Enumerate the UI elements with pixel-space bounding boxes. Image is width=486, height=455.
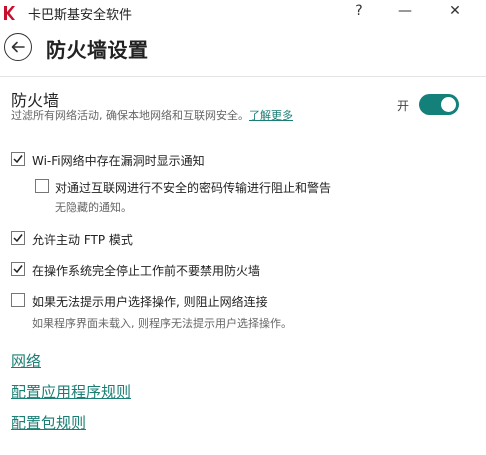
allow-active-ftp-label: 允许主动 FTP 模式 (32, 233, 133, 247)
check-icon (13, 265, 23, 274)
toggle-knob (441, 97, 456, 112)
minimize-button[interactable]: — (382, 0, 428, 22)
header-divider (0, 76, 486, 77)
keep-firewall-until-shutdown-checkbox[interactable] (11, 262, 25, 276)
network-link[interactable]: 网络 (11, 350, 41, 371)
learn-more-link[interactable]: 了解更多 (249, 109, 293, 122)
help-button[interactable]: ? (336, 0, 382, 22)
firewall-description: 过滤所有网络活动, 确保本地网络和互联网安全。了解更多 (11, 107, 293, 123)
help-icon: ? (355, 3, 363, 19)
toggle-label: 开 (397, 99, 410, 113)
block-when-no-prompt-label: 如果无法提示用户选择操作, 则阻止网络连接 (32, 295, 268, 309)
kaspersky-logo-icon (4, 6, 15, 20)
block-insecure-password-sub: 无隐藏的通知。 (55, 201, 132, 214)
close-icon: ✕ (449, 3, 461, 19)
allow-active-ftp-checkbox[interactable] (11, 231, 25, 245)
app-rules-link[interactable]: 配置应用程序规则 (11, 381, 131, 402)
check-icon (13, 155, 23, 164)
title-bar: 卡巴斯基安全软件 ? — ✕ (0, 0, 486, 24)
wifi-vuln-notify-checkbox[interactable] (11, 152, 25, 166)
firewall-description-text: 过滤所有网络活动, 确保本地网络和互联网安全。 (11, 109, 249, 122)
close-button[interactable]: ✕ (432, 0, 478, 22)
check-icon (13, 234, 23, 243)
wifi-vuln-notify-label: Wi-Fi网络中存在漏洞时显示通知 (32, 154, 205, 168)
packet-rules-link[interactable]: 配置包规则 (11, 412, 86, 433)
window-title: 卡巴斯基安全软件 (28, 8, 133, 23)
firewall-toggle[interactable] (419, 94, 459, 115)
keep-firewall-until-shutdown-label: 在操作系统完全停止工作前不要禁用防火墙 (32, 264, 261, 278)
page-title: 防火墙设置 (46, 38, 149, 62)
back-button[interactable] (4, 33, 32, 61)
back-arrow-icon (11, 41, 25, 53)
block-insecure-password-checkbox[interactable] (35, 179, 49, 193)
block-when-no-prompt-sub: 如果程序界面未载入, 则程序无法提示用户选择操作。 (32, 317, 292, 330)
block-when-no-prompt-checkbox[interactable] (11, 293, 25, 307)
minimize-icon: — (398, 3, 412, 19)
block-insecure-password-label: 对通过互联网进行不安全的密码传输进行阻止和警告 (55, 181, 332, 195)
